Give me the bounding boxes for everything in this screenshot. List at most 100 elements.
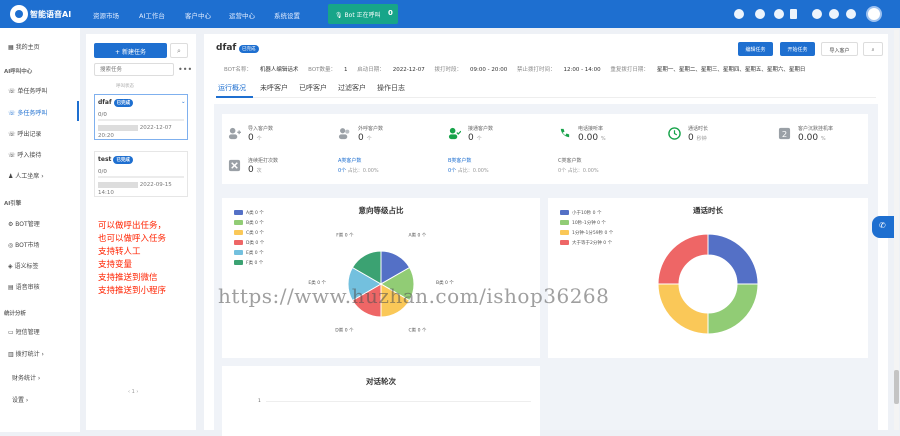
stat-label: B类客户数 — [448, 158, 472, 164]
nav-customer-center[interactable]: 客户中心 — [185, 10, 211, 20]
more-icon[interactable]: ••• — [178, 65, 192, 74]
feature-notes: 可以做呼出任务， 也可以做呼入任务 支持转人工 支持变量 支持推送到微信 支持推… — [98, 220, 166, 298]
status-badge: 已完成 — [239, 45, 259, 53]
stat-label: A类客户数 — [338, 158, 362, 164]
tab-called[interactable]: 已呼客户 — [299, 83, 327, 93]
brand-name: 智能语音AI — [30, 10, 72, 19]
note-line: 也可以做呼入任务 — [98, 234, 167, 244]
sidebar-item-inbound[interactable]: ☏ 呼入接待 — [8, 150, 41, 159]
scrollbar-thumb[interactable] — [894, 370, 899, 404]
stat-label: 连续拒打次数 — [248, 158, 279, 164]
close-icon — [228, 159, 241, 172]
bot-calling-count: 0 — [388, 9, 393, 17]
sidebar-item-voice-review[interactable]: ▤ 语音审核 — [8, 282, 40, 291]
info-repeat-days: 重复拨打日期： 星期一、星期二、星期三、星期四、星期五、星期六、星期日 — [610, 67, 806, 73]
top-bar: 智能语音AI 资源市场 AI工作台 客户中心 运营中心 系统设置 🎙 Bot 正… — [0, 0, 900, 28]
nav-system-settings[interactable]: 系统设置 — [274, 10, 300, 20]
sidebar-item-bot-market[interactable]: ◎ BOT市场 — [8, 240, 40, 249]
note-line: 可以做呼出任务， — [98, 221, 167, 231]
stat-label: 外呼客户数 — [358, 126, 384, 132]
sidebar-item-multi-task[interactable]: ☏ 多任务呼叫 — [8, 108, 47, 117]
info-bot-count: BOT数量： 1 — [308, 67, 348, 73]
stat-label: C类客户数 — [558, 158, 582, 164]
slice-1分钟-1分59秒[interactable] — [657, 283, 709, 335]
sidebar-item-settings[interactable]: 设置 › — [12, 395, 28, 404]
stat-label: 电话接听率 — [578, 126, 604, 132]
tab-divider — [216, 97, 876, 98]
chevron-down-icon[interactable]: ⌄ — [181, 99, 186, 105]
task-name: dfaf — [98, 99, 112, 106]
card-title: 对话轮次 — [366, 377, 396, 386]
edit-task-button[interactable]: 编辑任务 — [738, 42, 773, 56]
task-card-test[interactable]: test 已完成 0/0 2022-09-15 14:10 — [94, 151, 188, 197]
stat-label: 接通客户数 — [468, 126, 494, 132]
status-badge: 已完成 — [113, 156, 133, 164]
slice-小于10秒[interactable] — [707, 233, 759, 285]
task-filter-hint: 呼叫状态 — [116, 84, 134, 89]
sidebar-item-dial-stats[interactable]: ▥ 拨打统计 › — [8, 349, 44, 358]
import-customers-button[interactable]: 导入客户 — [821, 42, 858, 56]
avatar[interactable] — [866, 6, 882, 22]
task-detail-panel: dfaf 已完成 编辑任务 开始任务 导入客户 ⌕ BOT名称： 机器人编辑话术 … — [204, 34, 888, 436]
task-ratio: 0/0 — [98, 112, 107, 118]
bot-status-label: Bot 正在呼叫 — [344, 12, 381, 19]
number-two-icon: 2 — [778, 127, 791, 140]
sidebar-item-semantic-tags[interactable]: ◈ 语义标签 — [8, 261, 39, 270]
sidebar-item-sms[interactable]: ▭ 短信管理 — [8, 327, 40, 336]
nav-resource-market[interactable]: 资源市场 — [93, 10, 119, 20]
new-task-button[interactable]: + 新建任务 — [94, 43, 167, 58]
compass-icon[interactable] — [812, 9, 822, 19]
info-blocked-time: 禁止拨打时间： 12:00 - 14:00 — [516, 67, 601, 73]
task-info-row: BOT名称： 机器人编辑话术 BOT数量： 1 启动日期： 2022-12-07 拨打… — [224, 65, 813, 73]
tab-uncalled[interactable]: 未呼客户 — [260, 83, 288, 93]
robot-icon[interactable] — [734, 9, 744, 19]
intent-pie-chart: A类 0 个B类 0 个C类 0 个D类 0 个E类 0 个F类 0 个 — [308, 231, 454, 334]
phone-icon[interactable]: ✆ — [872, 216, 894, 238]
sidebar-item-single-task[interactable]: ☏ 单任务呼叫 — [8, 86, 47, 95]
axis-tick-label: 1 — [258, 399, 261, 404]
svg-text:2: 2 — [782, 129, 787, 139]
mic-icon: 🎙 — [335, 12, 343, 19]
task-card-dfaf[interactable]: dfaf 已完成 ⌄ 0/0 2022-12-07 20:20 — [94, 94, 188, 140]
overview-content: 导入客户数 0 个 外呼客户数 0 个 接通客户数 0 个 电话接听率 0.00… — [214, 104, 878, 436]
sidebar-item-bot-manage[interactable]: ⚙ BOT管理 — [8, 219, 40, 228]
stat-label: 客户沉默挂机率 — [798, 126, 834, 132]
search-icon[interactable]: ⌕ — [170, 43, 188, 58]
call-duration-card: 通话时长 小于10秒 0 个 10秒-1分钟 0 个 1分钟-1分59秒 0 个… — [548, 198, 868, 358]
tab-logs[interactable]: 操作日志 — [377, 83, 405, 93]
search-icon[interactable]: ⌕ — [863, 42, 883, 56]
start-task-button[interactable]: 开始任务 — [780, 42, 815, 56]
sidebar-item-finance[interactable]: 财务统计 › — [12, 373, 40, 382]
task-name: test — [98, 156, 112, 163]
nav-operation-center[interactable]: 运营中心 — [229, 10, 255, 20]
users-icon — [338, 128, 350, 140]
slice-label-C类: C类 0 个 — [409, 327, 427, 334]
active-tab-indicator — [216, 96, 253, 98]
slice-label-A类: A类 0 个 — [409, 231, 427, 238]
power-icon[interactable] — [846, 9, 856, 19]
slice-10秒-1分钟[interactable] — [707, 283, 759, 335]
stat-label: 导入客户数 — [248, 126, 274, 132]
sidebar-item-home[interactable]: ▦ 我的主页 — [8, 42, 40, 51]
page-title: dfaf — [216, 43, 237, 53]
stat-label: 通话时长 — [688, 126, 709, 132]
tab-filtered[interactable]: 过滤客户 — [338, 83, 366, 93]
globe-icon[interactable] — [829, 9, 839, 19]
user-check-icon — [448, 127, 461, 140]
tab-overview[interactable]: 运行概况 — [218, 83, 246, 93]
sidebar-item-call-records[interactable]: ☏ 呼出记录 — [8, 129, 41, 138]
note-line: 支持转人工 — [98, 247, 141, 257]
gear-icon[interactable] — [755, 9, 765, 19]
task-search-input[interactable] — [94, 63, 174, 76]
slice-label-F类: F类 0 个 — [336, 231, 354, 238]
gridline — [266, 401, 531, 402]
stats-card: 导入客户数 0 个 外呼客户数 0 个 接通客户数 0 个 电话接听率 0.00… — [222, 114, 868, 184]
bookmark-icon[interactable] — [790, 9, 797, 19]
sidebar: ▦ 我的主页 AI呼叫中心 ☏ 单任务呼叫 ☏ 多任务呼叫 ☏ 呼出记录 ☏ 呼… — [0, 28, 80, 432]
pagination[interactable]: ‹ 1 › — [128, 389, 138, 395]
nav-ai-workbench[interactable]: AI工作台 — [139, 10, 165, 20]
sidebar-item-agent[interactable]: ♟ 人工坐席 › — [8, 171, 44, 180]
slice-大于等于2分钟[interactable] — [657, 233, 709, 285]
user-icon[interactable] — [774, 9, 784, 19]
sidebar-section-stats: 统计分析 — [4, 311, 27, 317]
